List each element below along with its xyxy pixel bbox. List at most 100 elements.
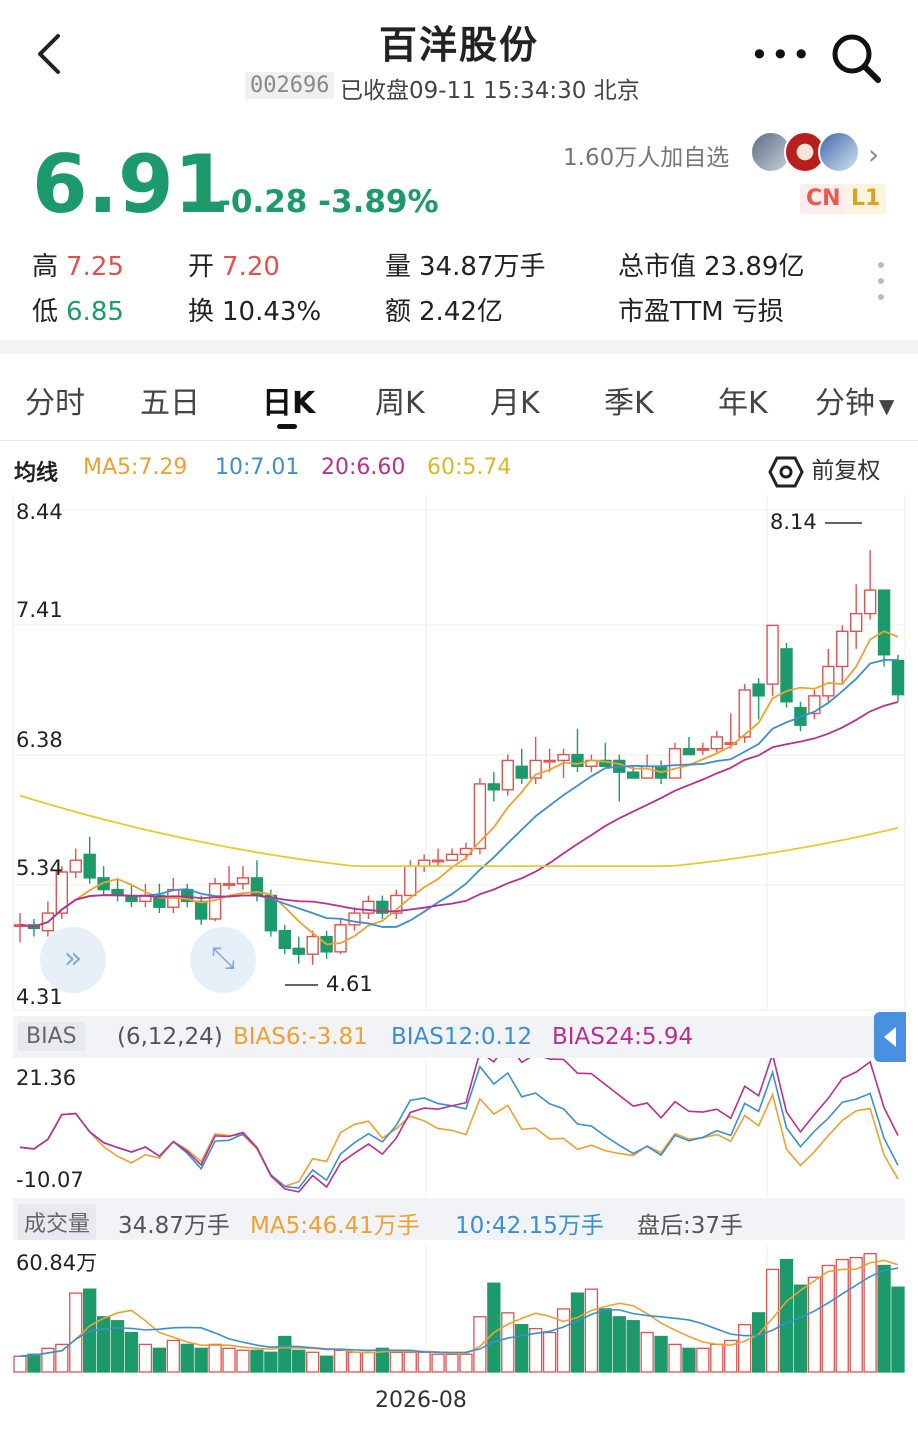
- volume-bar: [696, 1347, 710, 1373]
- volume-bar: [55, 1343, 69, 1373]
- kline-chart[interactable]: [0, 490, 918, 1445]
- stat-high: 高 7.25: [32, 252, 124, 282]
- tab-monthly-k[interactable]: 月K: [490, 378, 540, 422]
- volume-bar: [598, 1308, 612, 1373]
- tab-five-day[interactable]: 五日: [140, 378, 200, 422]
- volume-bar: [347, 1351, 362, 1373]
- volume-bar: [417, 1351, 431, 1373]
- tab-yearly-k[interactable]: 年K: [718, 378, 768, 422]
- volume-bar: [27, 1353, 41, 1373]
- tab-daily-k[interactable]: 日K: [262, 378, 315, 422]
- min-price-label: 4.61: [326, 972, 373, 996]
- volume-bar: [682, 1347, 696, 1373]
- volume-bar: [529, 1327, 543, 1373]
- candle-body: [501, 759, 514, 791]
- more-icon[interactable]: •••: [750, 36, 813, 74]
- ma10-value: 10:7.01: [215, 455, 300, 480]
- bias-y-top: 21.36: [16, 1066, 77, 1090]
- volume-bar: [626, 1320, 640, 1373]
- volume-bar: [361, 1351, 376, 1373]
- price-change: -0.28 -3.89%: [218, 184, 439, 220]
- volume-bar: [710, 1343, 724, 1373]
- stat-open: 开 7.20: [188, 252, 280, 282]
- candle-body: [710, 736, 724, 750]
- ma60-value: 60:5.74: [427, 455, 512, 480]
- volume-bar: [194, 1347, 208, 1373]
- adjust-toggle[interactable]: 前复权: [768, 451, 880, 489]
- volume-indicator-tag[interactable]: 成交量: [18, 1204, 97, 1240]
- stock-code: 002696: [245, 72, 335, 99]
- volume-bar: [278, 1335, 292, 1373]
- volume-bar: [124, 1331, 139, 1373]
- volume-bar: [166, 1339, 180, 1373]
- volume-bar: [236, 1349, 250, 1373]
- candle-body: [863, 589, 877, 615]
- bias-params: (6,12,24): [117, 1024, 223, 1050]
- candle-body: [348, 912, 361, 926]
- tab-weekly-k[interactable]: 周K: [375, 378, 425, 422]
- volume-bar: [431, 1353, 445, 1373]
- y-tick: 7.41: [16, 598, 63, 622]
- volume-bar: [319, 1355, 334, 1373]
- volume-bar: [556, 1308, 571, 1373]
- divider: [0, 440, 918, 441]
- candle-body: [849, 612, 863, 632]
- volume-bar: [570, 1292, 585, 1373]
- bias12-line: [19, 1064, 899, 1189]
- volume-bar: [765, 1268, 780, 1373]
- stat-market-cap: 总市值 23.89亿: [618, 252, 805, 282]
- candle-body: [752, 683, 765, 697]
- tab-intraday[interactable]: 分时: [25, 378, 85, 422]
- collapse-panel-icon[interactable]: [874, 1012, 906, 1062]
- candle-body: [404, 865, 417, 897]
- candle-body: [431, 859, 445, 863]
- bias24-line: [19, 1041, 899, 1193]
- volume-bar: [863, 1253, 877, 1373]
- tab-minute[interactable]: 分钟 ▼: [815, 378, 894, 422]
- active-tab-indicator: [277, 424, 297, 429]
- bias-indicator-tag[interactable]: BIAS: [18, 1022, 85, 1051]
- candle-body: [557, 753, 570, 762]
- candle-body: [83, 853, 96, 879]
- watchlist-count[interactable]: 1.60万人加自选: [563, 138, 729, 172]
- candle-body: [306, 935, 319, 955]
- candle-body: [668, 747, 682, 779]
- volume-bar: [13, 1355, 27, 1373]
- candle-body: [194, 900, 208, 920]
- tab-quarterly-k[interactable]: 季K: [604, 378, 654, 422]
- candle-body: [738, 689, 751, 738]
- volume-bar: [877, 1264, 891, 1373]
- stat-low: 低 6.85: [32, 297, 124, 327]
- y-tick: 5.34: [16, 856, 63, 880]
- volume-bar: [222, 1347, 236, 1373]
- volume-bar: [542, 1331, 557, 1373]
- volume-bar: [152, 1347, 167, 1373]
- candle-body: [292, 947, 305, 955]
- volume-bar: [208, 1343, 222, 1373]
- volume-bar: [807, 1276, 822, 1373]
- volume-bar: [445, 1353, 459, 1373]
- level-badge-l1: L1: [845, 184, 887, 214]
- settings-hex-icon: [768, 456, 804, 487]
- volume-bar: [515, 1324, 529, 1373]
- volume-bar: [389, 1351, 403, 1373]
- candle-body: [487, 783, 501, 791]
- volume-ma10: 10:42.15万手: [455, 1213, 604, 1239]
- bias24-value: BIAS24:5.94: [552, 1024, 694, 1050]
- volume-bar: [612, 1316, 626, 1373]
- avatar[interactable]: [818, 131, 860, 173]
- stat-volume: 量 34.87万手: [385, 252, 546, 282]
- volume-bar: [403, 1351, 417, 1373]
- vertical-more-icon[interactable]: [878, 262, 888, 310]
- stat-turnover: 换 10.43%: [188, 297, 322, 327]
- ma5-value: MA5:7.29: [83, 455, 188, 480]
- search-icon[interactable]: [828, 30, 882, 84]
- volume-bar: [459, 1353, 473, 1373]
- volume-bar: [96, 1316, 111, 1373]
- candle-body: [334, 924, 347, 953]
- fullscreen-icon[interactable]: ⤡: [190, 927, 256, 993]
- volume-bar: [793, 1284, 808, 1373]
- expand-sidebar-icon[interactable]: »: [40, 927, 106, 993]
- candle-body: [766, 624, 779, 685]
- chevron-right-icon[interactable]: ›: [868, 138, 879, 171]
